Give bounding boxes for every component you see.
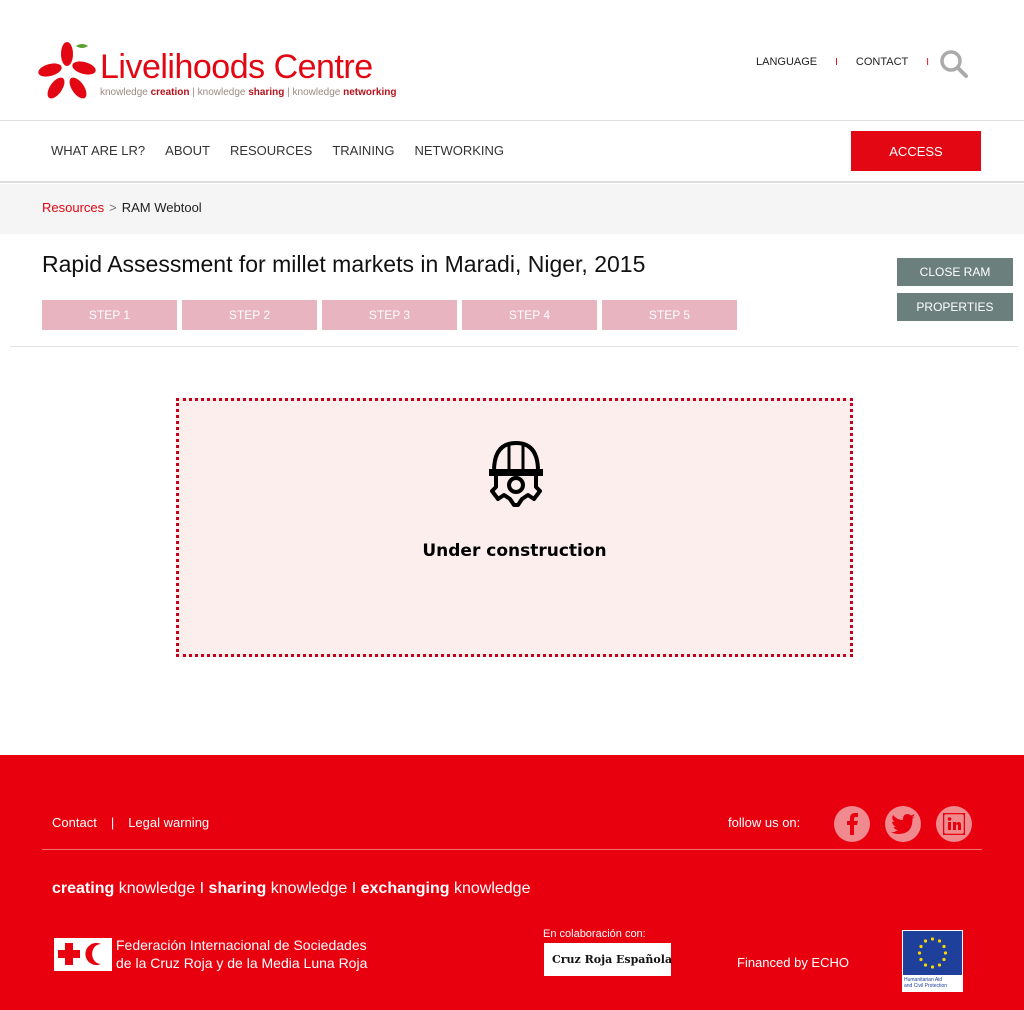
- under-construction-text: Under construction: [422, 541, 607, 561]
- under-construction-panel: Under construction: [176, 398, 853, 657]
- financed-by-label: Financed by ECHO: [737, 955, 849, 970]
- step-tabs: STEP 1 STEP 2 STEP 3 STEP 4 STEP 5: [42, 300, 742, 330]
- footer-contact-link[interactable]: Contact: [52, 815, 97, 830]
- collaboration-label: En colaboración con:: [543, 928, 646, 940]
- breadcrumb-current: RAM Webtool: [121, 200, 202, 215]
- properties-button[interactable]: PROPERTIES: [897, 293, 1013, 321]
- footer-divider: [42, 849, 982, 850]
- step-3-tab[interactable]: STEP 3: [322, 300, 457, 330]
- nav-item-resources[interactable]: RESOURCES: [230, 143, 312, 158]
- eu-flag-icon: [903, 931, 962, 975]
- site-header: Livelihoods Centre knowledge creation | …: [0, 0, 1024, 121]
- page-title: Rapid Assessment for millet markets in M…: [42, 251, 646, 277]
- top-link-separator: I: [835, 56, 838, 68]
- top-links: LANGUAGE I CONTACT I: [756, 56, 947, 68]
- nav-item-networking[interactable]: NETWORKING: [414, 143, 504, 158]
- eu-caption: Humanitarian Aid and Civil Protection: [904, 977, 948, 989]
- ifrc-name: Federación Internacional de Sociedades d…: [116, 937, 368, 971]
- step-5-tab[interactable]: STEP 5: [602, 300, 737, 330]
- eu-humanitarian-logo[interactable]: Humanitarian Aid and Civil Protection: [902, 930, 963, 992]
- step-2-tab[interactable]: STEP 2: [182, 300, 317, 330]
- twitter-icon[interactable]: [885, 806, 921, 842]
- nav-item-training[interactable]: TRAINING: [332, 143, 394, 158]
- site-footer: Contact | Legal warning follow us on: cr…: [0, 755, 1024, 1010]
- search-icon[interactable]: [938, 48, 970, 80]
- language-link[interactable]: LANGUAGE: [756, 56, 817, 68]
- nav-item-about[interactable]: ABOUT: [165, 143, 210, 158]
- step-4-tab[interactable]: STEP 4: [462, 300, 597, 330]
- nav-items: WHAT ARE LR? ABOUT RESOURCES TRAINING NE…: [51, 143, 524, 158]
- hard-hat-gear-icon: [489, 440, 543, 507]
- follow-us-label: follow us on:: [728, 815, 801, 830]
- cruz-roja-espanola-logo[interactable]: Cruz Roja Española: [544, 943, 672, 976]
- logo-title: Livelihoods Centre: [100, 48, 373, 86]
- close-ram-button[interactable]: CLOSE RAM: [897, 258, 1013, 286]
- facebook-icon[interactable]: [834, 806, 870, 842]
- footer-link-separator: |: [110, 815, 115, 830]
- breadcrumb-separator: >: [109, 200, 117, 215]
- footer-legal-link[interactable]: Legal warning: [128, 815, 209, 830]
- main-nav: WHAT ARE LR? ABOUT RESOURCES TRAINING NE…: [0, 121, 1024, 183]
- nav-item-what-are-lr[interactable]: WHAT ARE LR?: [51, 143, 145, 158]
- red-cross-crescent-icon: [54, 937, 112, 971]
- linkedin-icon[interactable]: [936, 806, 972, 842]
- content-divider: [10, 346, 1018, 347]
- livelihoods-logo[interactable]: Livelihoods Centre knowledge creation | …: [36, 40, 416, 104]
- access-button[interactable]: ACCESS: [851, 131, 981, 171]
- breadcrumb-resources-link[interactable]: Resources: [42, 200, 104, 215]
- logo-tagline: knowledge creation | knowledge sharing |…: [100, 87, 397, 98]
- footer-links: Contact | Legal warning: [52, 815, 209, 830]
- step-1-tab[interactable]: STEP 1: [42, 300, 177, 330]
- ifrc-logo[interactable]: Federación Internacional de Sociedades d…: [54, 936, 367, 972]
- contact-link[interactable]: CONTACT: [856, 56, 908, 68]
- flower-logo-icon: [38, 42, 96, 99]
- footer-tagline: creating knowledge I sharing knowledge I…: [52, 880, 531, 897]
- top-link-separator: I: [926, 56, 930, 68]
- breadcrumb: Resources > RAM Webtool: [0, 184, 1024, 234]
